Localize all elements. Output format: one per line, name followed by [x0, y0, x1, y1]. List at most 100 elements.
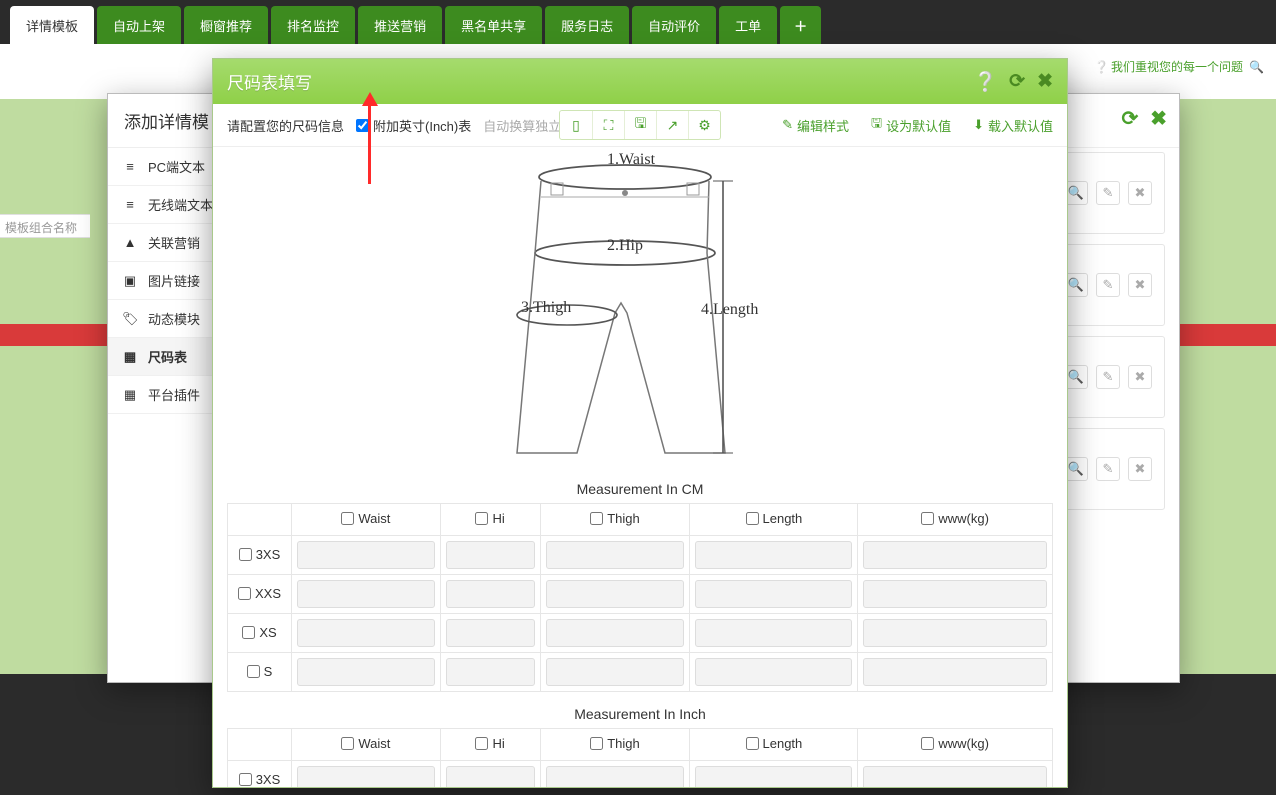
cell-input[interactable]: [446, 541, 535, 569]
tab-showcase[interactable]: 橱窗推荐: [184, 6, 268, 44]
annotation-arrow: [368, 102, 371, 184]
cell-input[interactable]: [695, 766, 852, 787]
gear-icon[interactable]: ⚙: [688, 111, 720, 139]
table-icon: ▦: [122, 387, 138, 403]
cell-input[interactable]: [863, 766, 1047, 787]
col-waist[interactable]: Waist: [341, 736, 390, 751]
inch-checkbox[interactable]: 附加英寸(Inch)表: [356, 116, 471, 135]
edit-style-link[interactable]: ✎编辑样式: [782, 114, 849, 136]
diagram-label-length: 4.Length: [701, 301, 758, 319]
save-icon[interactable]: 🖫: [624, 111, 656, 139]
link-label: 编辑样式: [797, 116, 849, 135]
link-label: 载入默认值: [988, 116, 1053, 135]
cell-input[interactable]: [446, 766, 535, 787]
section-title-cm: Measurement In CM: [227, 481, 1053, 497]
row-3xs[interactable]: 3XS: [239, 772, 281, 787]
feedback-link[interactable]: ❔ 我们重视您的每一个问题 🔍: [1094, 58, 1264, 75]
tab-push[interactable]: 推送营销: [358, 6, 442, 44]
sidebar-item-label: 尺码表: [148, 347, 187, 366]
tab-blacklist[interactable]: 黑名单共享: [445, 6, 542, 44]
col-www[interactable]: www(kg): [921, 736, 989, 751]
cell-input[interactable]: [546, 541, 685, 569]
expand-icon[interactable]: ⛶: [592, 111, 624, 139]
delete-button[interactable]: ✖: [1128, 365, 1152, 389]
col-www[interactable]: www(kg): [921, 511, 989, 526]
cell-input[interactable]: [695, 619, 852, 647]
tab-auto-shelf[interactable]: 自动上架: [97, 6, 181, 44]
sidebar-item-label: 图片链接: [148, 271, 200, 290]
sidebar-item-label: 关联营销: [148, 233, 200, 252]
delete-button[interactable]: ✖: [1128, 457, 1152, 481]
tab-ticket[interactable]: 工单: [719, 6, 777, 44]
delete-button[interactable]: ✖: [1128, 181, 1152, 205]
tab-rank[interactable]: 排名监控: [271, 6, 355, 44]
refresh-icon[interactable]: ⟳: [1121, 106, 1138, 131]
cell-input[interactable]: [297, 541, 435, 569]
edit-button[interactable]: ✎: [1096, 181, 1120, 205]
table-row: S: [228, 653, 1053, 692]
tab-detail-template[interactable]: 详情模板: [10, 6, 94, 44]
sitemap-icon: ▲: [122, 235, 138, 250]
cell-input[interactable]: [695, 541, 852, 569]
tab-service-log[interactable]: 服务日志: [545, 6, 629, 44]
table-row: XS: [228, 614, 1053, 653]
cell-input[interactable]: [297, 766, 435, 787]
toolbar-hint: 请配置您的尺码信息: [227, 116, 344, 135]
col-thigh[interactable]: Thigh: [590, 736, 640, 751]
top-nav-bar: 详情模板 自动上架 橱窗推荐 排名监控 推送营销 黑名单共享 服务日志 自动评价…: [0, 0, 1276, 44]
cell-input[interactable]: [546, 766, 685, 787]
col-length[interactable]: Length: [746, 511, 803, 526]
col-waist[interactable]: Waist: [341, 511, 390, 526]
cell-input[interactable]: [297, 619, 435, 647]
edit-button[interactable]: ✎: [1096, 365, 1120, 389]
modal-title: 尺码表填写: [227, 69, 312, 94]
cell-input[interactable]: [446, 619, 535, 647]
row-xs[interactable]: XS: [242, 625, 276, 640]
sidebar-item-label: 平台插件: [148, 385, 200, 404]
load-default-link[interactable]: ⬇载入默认值: [973, 114, 1053, 136]
edit-button[interactable]: ✎: [1096, 457, 1120, 481]
cell-input[interactable]: [446, 580, 535, 608]
col-thigh[interactable]: Thigh: [590, 511, 640, 526]
bg-search-input[interactable]: 模板组合名称: [0, 214, 90, 238]
col-hi[interactable]: Hi: [475, 511, 504, 526]
edit-button[interactable]: ✎: [1096, 273, 1120, 297]
set-default-link[interactable]: 🖫设为默认值: [871, 114, 951, 136]
cell-input[interactable]: [695, 580, 852, 608]
col-hi[interactable]: Hi: [475, 736, 504, 751]
cell-input[interactable]: [863, 541, 1047, 569]
tab-add[interactable]: ＋: [780, 6, 821, 44]
search-icon: 🔍: [1249, 60, 1264, 74]
row-s[interactable]: S: [247, 664, 273, 679]
cell-input[interactable]: [863, 619, 1047, 647]
cell-input[interactable]: [546, 580, 685, 608]
feedback-text: 我们重视您的每一个问题: [1111, 58, 1243, 75]
refresh-icon[interactable]: ⟳: [1009, 70, 1025, 94]
close-icon[interactable]: ✖: [1037, 70, 1053, 94]
close-icon[interactable]: ✖: [1150, 106, 1167, 131]
cell-input[interactable]: [446, 658, 535, 686]
delete-button[interactable]: ✖: [1128, 273, 1152, 297]
inch-checkbox-label: 附加英寸(Inch)表: [373, 116, 471, 135]
row-xxs[interactable]: XXS: [238, 586, 281, 601]
cell-input[interactable]: [297, 658, 435, 686]
col-length[interactable]: Length: [746, 736, 803, 751]
export-icon[interactable]: ↗: [656, 111, 688, 139]
tab-auto-review[interactable]: 自动评价: [632, 6, 716, 44]
cell-input[interactable]: [546, 658, 685, 686]
tag-icon: 🏷: [122, 311, 138, 327]
size-table-modal: 尺码表填写 ❔ ⟳ ✖ 请配置您的尺码信息 附加英寸(Inch)表 自动换算独立…: [212, 58, 1068, 788]
cell-input[interactable]: [695, 658, 852, 686]
help-icon[interactable]: ❔: [973, 70, 997, 94]
section-title-inch: Measurement In Inch: [227, 706, 1053, 722]
image-icon: ▣: [122, 273, 138, 289]
cell-input[interactable]: [863, 658, 1047, 686]
cell-input[interactable]: [863, 580, 1047, 608]
top-tabs: 详情模板 自动上架 橱窗推荐 排名监控 推送营销 黑名单共享 服务日志 自动评价…: [10, 6, 821, 44]
cell-input[interactable]: [546, 619, 685, 647]
diagram-label-hip: 2.Hip: [607, 237, 643, 255]
template-icon[interactable]: ▯: [560, 111, 592, 139]
row-3xs[interactable]: 3XS: [239, 547, 281, 562]
link-label: 设为默认值: [886, 116, 951, 135]
cell-input[interactable]: [297, 580, 435, 608]
